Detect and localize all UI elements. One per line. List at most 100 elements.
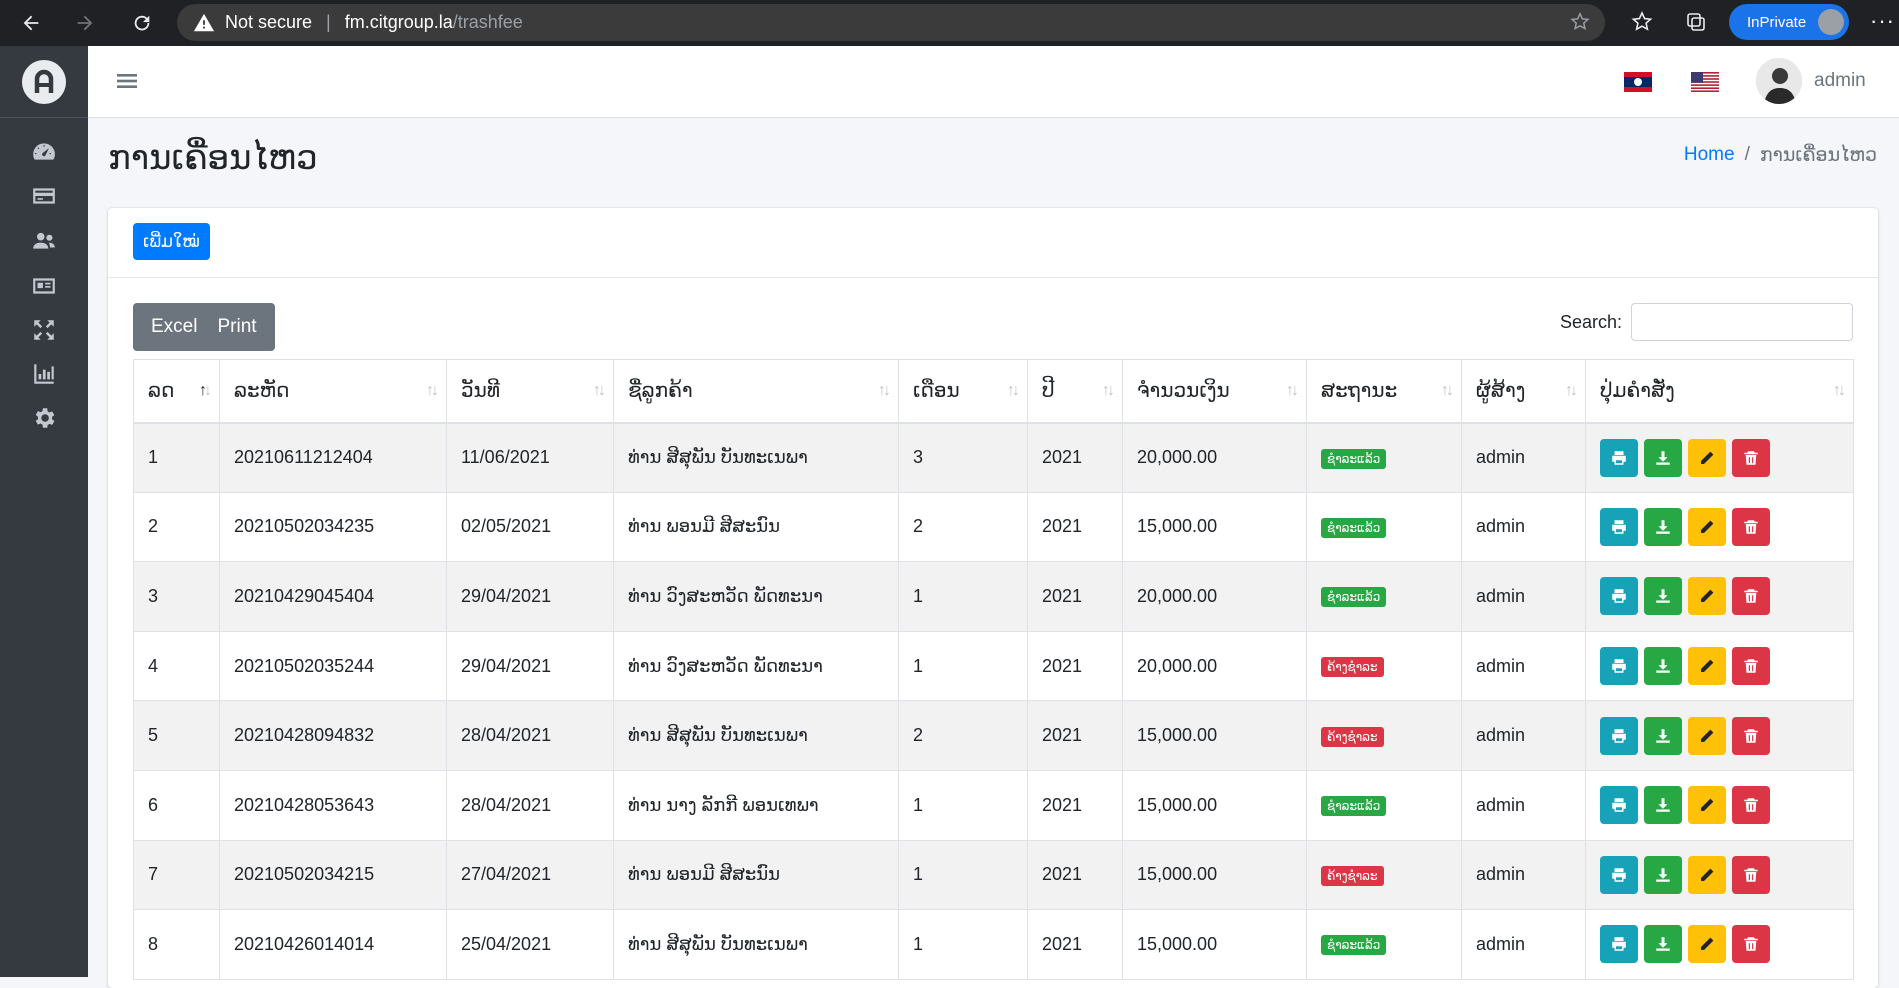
delete-button[interactable] [1732,647,1770,686]
sidebar-item-settings[interactable] [24,398,64,438]
address-bar[interactable]: Not secure | fm.citgroup.la/trashfee [177,4,1605,41]
print-icon [1612,589,1626,604]
download-button[interactable] [1644,786,1682,825]
forward-button[interactable] [64,3,106,43]
table-row: 6 20210428053643 28/04/2021 ທ່ານ ນາງ ລັກ… [133,769,1854,841]
download-button[interactable] [1644,647,1682,686]
breadcrumb: Home / ການເຄື່ອນໄຫວ [1684,144,1877,167]
sidebar-item-reports[interactable] [24,354,64,394]
edit-button[interactable] [1688,507,1726,546]
column-header-month[interactable]: ເດືອນ ↑↓ [898,359,1028,424]
print-button[interactable]: Print [215,303,275,351]
collections-icon[interactable] [1684,10,1708,34]
download-icon [1656,520,1670,534]
column-header-customer[interactable]: ຊື່ລູກຄ້າ ↑↓ [613,359,899,424]
column-header-code[interactable]: ລະຫັດ ↑↓ [219,359,447,424]
table-row: 3 20210429045404 29/04/2021 ທ່ານ ວົງສະຫວ… [133,561,1854,632]
excel-button[interactable]: Excel [133,303,216,351]
edit-button[interactable] [1688,786,1726,825]
transactions-table: ລດ ↑↓ ລະຫັດ ↑↓ ວັນທີ ↑↓ ຊື່ລູກຄ້າ ↑↓ ເດືອນ ↑↓… [133,359,1854,980]
cell-month: 2 [898,491,1028,563]
inprivate-button[interactable]: InPrivate [1729,4,1849,40]
sort-icon: ↑↓ [1565,382,1578,399]
column-header-amount[interactable]: ຈຳນວນເງິນ ↑↓ [1122,359,1307,424]
column-header-label: ລດ [148,380,175,403]
column-header-no[interactable]: ລດ ↑↓ [133,359,220,424]
delete-button[interactable] [1732,786,1770,825]
add-new-button[interactable]: ເພີ່ມໃໝ່ [133,223,210,260]
url-host: fm.citgroup.la [344,12,453,32]
favorites-icon[interactable] [1630,10,1654,34]
print-receipt-button[interactable] [1600,438,1638,477]
cell-date: 11/06/2021 [446,422,614,493]
sidebar-item-payments[interactable] [24,176,64,216]
delete-button[interactable] [1732,925,1770,964]
sidebar-item-dashboard[interactable] [24,132,64,172]
cell-status: ຄ້າງຊຳລະ [1306,839,1462,911]
column-header-actions[interactable]: ປຸ່ມຄຳສັ່ງ ↑↓ [1585,359,1854,424]
edit-button[interactable] [1688,438,1726,477]
edit-button[interactable] [1688,925,1726,964]
sidebar-item-profiles[interactable] [24,266,64,306]
print-receipt-button[interactable] [1600,647,1638,686]
brand-logo-link[interactable] [0,46,88,118]
download-button[interactable] [1644,925,1682,964]
more-menu-icon[interactable]: ··· [1870,8,1895,34]
download-button[interactable] [1644,507,1682,546]
column-header-status[interactable]: ສະຖານະ ↑↓ [1306,359,1462,424]
print-receipt-button[interactable] [1600,577,1638,616]
sidebar-item-customers[interactable] [24,221,64,261]
trash-icon [1744,589,1758,604]
search-input[interactable] [1631,303,1853,341]
edit-button[interactable] [1688,855,1726,894]
delete-button[interactable] [1732,507,1770,546]
lao-flag-icon[interactable] [1624,72,1652,92]
column-header-year[interactable]: ປີ ↑↓ [1027,359,1123,424]
print-receipt-button[interactable] [1600,855,1638,894]
back-button[interactable] [10,3,52,43]
cell-amount: 15,000.00 [1122,769,1307,841]
cell-creator: admin [1461,839,1586,911]
print-receipt-button[interactable] [1600,507,1638,546]
table-header-row: ລດ ↑↓ ລະຫັດ ↑↓ ວັນທີ ↑↓ ຊື່ລູກຄ້າ ↑↓ ເດືອນ ↑↓… [133,359,1854,424]
breadcrumb-home-link[interactable]: Home [1684,144,1735,167]
cell-year: 2021 [1027,700,1123,771]
delete-button[interactable] [1732,438,1770,477]
not-secure-label[interactable]: Not secure [225,12,312,33]
print-receipt-button[interactable] [1600,716,1638,755]
delete-button[interactable] [1732,577,1770,616]
edit-button[interactable] [1688,716,1726,755]
credit-card-icon [33,188,55,204]
print-receipt-button[interactable] [1600,786,1638,825]
edit-button[interactable] [1688,577,1726,616]
add-favorite-icon[interactable] [1569,11,1591,33]
us-flag-icon[interactable] [1691,72,1719,92]
column-header-creator[interactable]: ຜູ້ສ້າງ ↑↓ [1461,359,1586,424]
download-button[interactable] [1644,855,1682,894]
edit-button[interactable] [1688,647,1726,686]
sidebar-item-expand[interactable] [24,310,64,350]
column-header-date[interactable]: ວັນທີ ↑↓ [446,359,614,424]
user-name[interactable]: admin [1814,70,1866,92]
cell-amount: 20,000.00 [1122,630,1307,702]
breadcrumb-current: ການເຄື່ອນໄຫວ [1759,145,1877,166]
pencil-icon [1701,590,1714,603]
hamburger-menu-icon[interactable] [116,70,138,92]
download-button[interactable] [1644,438,1682,477]
cell-creator: admin [1461,909,1586,980]
reload-button[interactable] [121,3,163,43]
cell-year: 2021 [1027,491,1123,563]
pencil-icon [1701,798,1714,812]
sort-icon: ↑↓ [1441,382,1454,399]
delete-button[interactable] [1732,855,1770,894]
download-button[interactable] [1644,577,1682,616]
download-button[interactable] [1644,716,1682,755]
cell-no: 2 [133,491,220,563]
cell-creator: admin [1461,700,1586,771]
delete-button[interactable] [1732,716,1770,755]
status-badge: ຊຳລະແລ້ວ [1321,517,1387,538]
reload-icon [134,15,150,31]
download-icon [1656,868,1670,882]
print-receipt-button[interactable] [1600,925,1638,964]
user-avatar[interactable] [1756,58,1802,104]
